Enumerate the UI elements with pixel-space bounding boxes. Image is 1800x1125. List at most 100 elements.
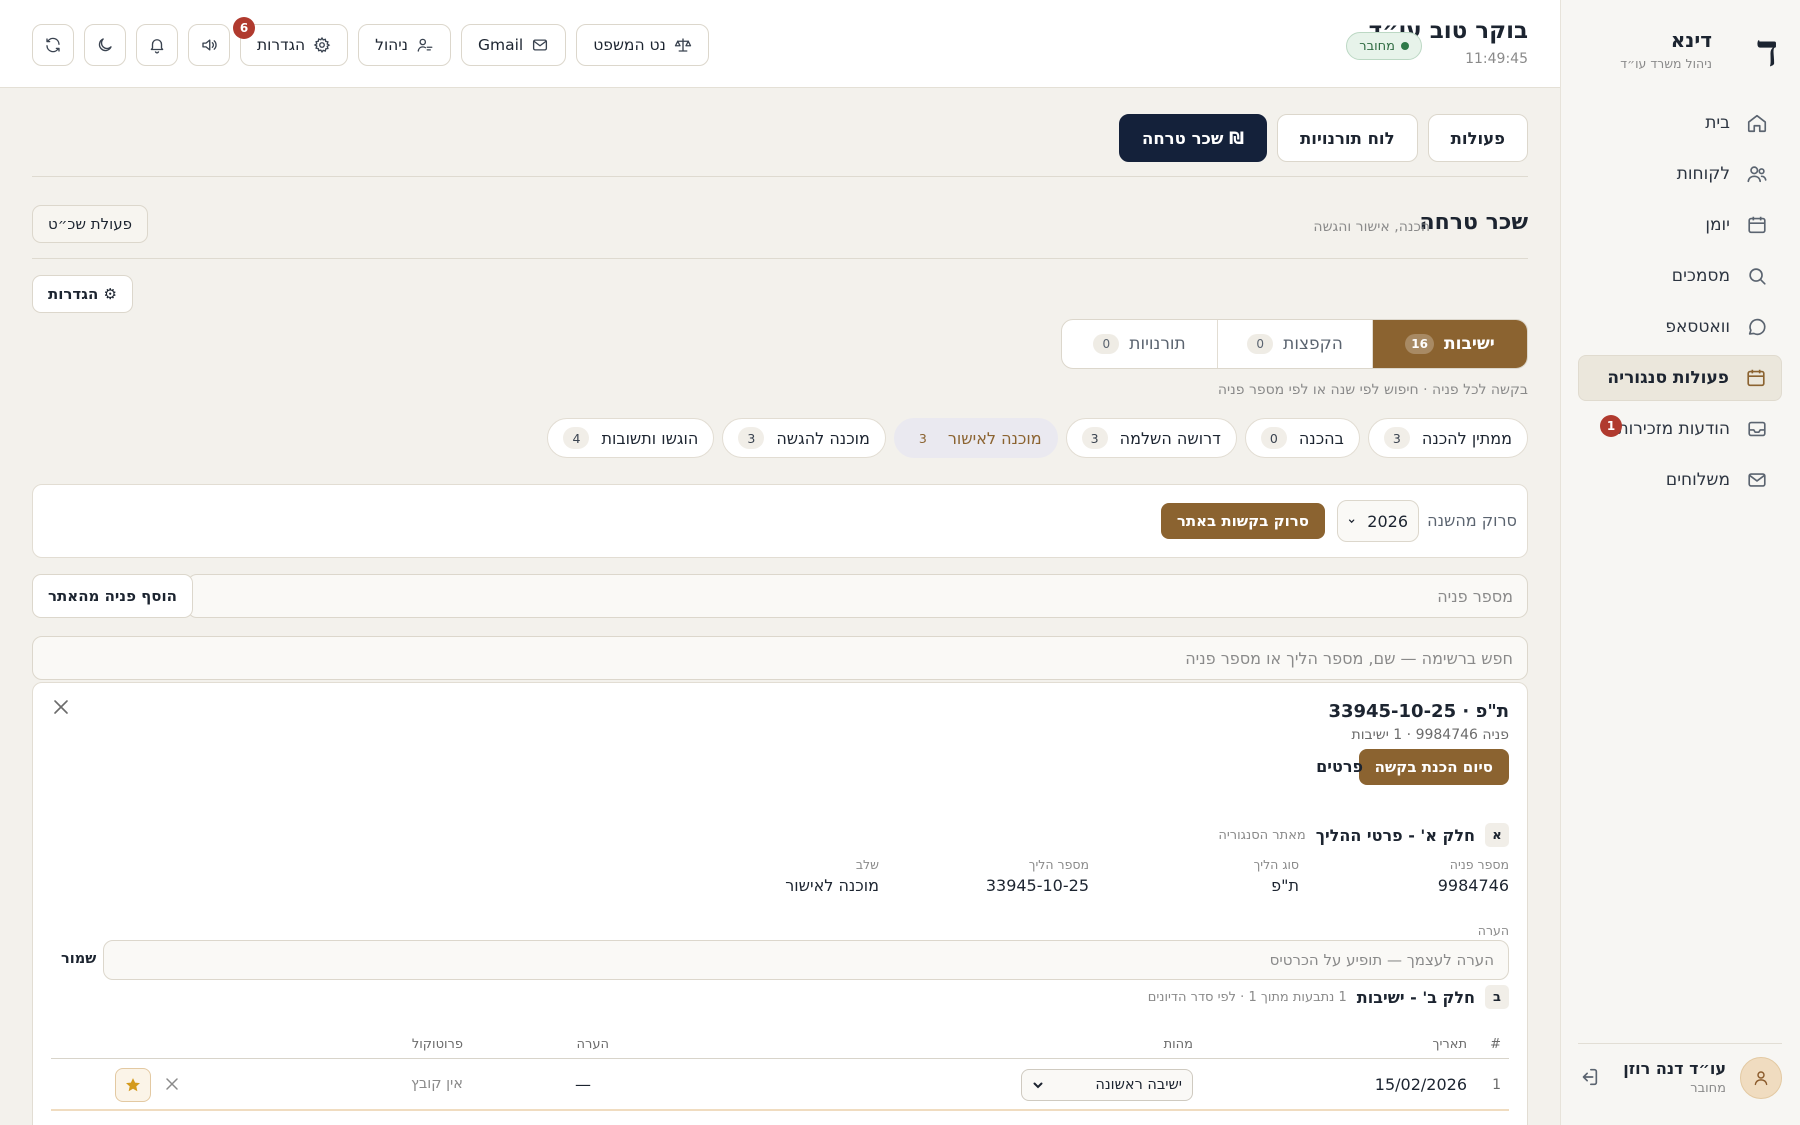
sidebar-item-label: וואטסאפ [1665,317,1730,337]
sidebar-item-secretary-messages[interactable]: הודעות מזכירות 1 [1578,406,1782,452]
fee-settings-button[interactable]: ⚙ הגדרות [32,275,133,313]
sidebar: ד דינא ניהול משרד עו״ד בית לקוחות יומן מ… [1560,0,1800,1125]
calendar-icon [1748,216,1766,234]
logout-icon[interactable] [1578,1066,1600,1088]
user-icon [1754,1071,1768,1086]
tab-legal-fee[interactable]: ₪ שכר טרחה [1119,114,1268,162]
segment-label: הקפצות [1283,334,1343,354]
chevron-down-icon [1033,1082,1043,1089]
chip-count: 3 [738,427,765,449]
status-badge: מחובר [1346,32,1422,60]
chip-count: 3 [909,427,936,449]
admin-button[interactable]: ניהול [358,24,451,66]
chip-ready-to-submit[interactable]: מוכנה להגשה 3 [722,418,886,458]
sidebar-item-documents[interactable]: מסמכים [1578,253,1782,299]
chevron-down-icon [1348,519,1355,524]
sidebar-item-whatsapp[interactable]: וואטסאפ [1578,304,1782,350]
year-select[interactable]: 2026 [1337,500,1419,542]
sidebar-item-deliveries[interactable]: משלוחים [1578,457,1782,503]
note-input[interactable]: הערה לעצמך — תופיע על הכרטיס [103,940,1509,980]
gear-icon [313,36,331,54]
sidebar-item-calendar[interactable]: יומן [1578,202,1782,248]
tab-actions[interactable]: פעולות [1427,114,1528,162]
table-header: # תאריך מהות הערה פרוטוקול [51,1037,1509,1059]
save-note-button[interactable]: שמור [61,951,96,967]
segment-label: תורנויות [1129,334,1186,354]
chip-awaiting-prep[interactable]: ממתין להכנה 3 [1367,418,1528,458]
sidebar-item-label: הודעות מזכירות [1617,419,1731,439]
settings-button[interactable]: הגדרות 6 [233,17,349,66]
calendar-icon [1747,369,1765,387]
sidebar-item-defense-actions[interactable]: פעולות סנגוריה [1578,355,1782,401]
mail-icon [533,39,548,51]
view-tabs: פעולות לוח תורנויות ₪ שכר טרחה [1119,114,1528,162]
part-subtitle: מאתר הסנגוריה [1218,827,1306,843]
mail-icon [1748,473,1766,487]
part-title: חלק ב' - ישיבות [1356,987,1475,1007]
chip-count: 3 [1383,427,1410,449]
dark-mode-button[interactable] [84,24,126,66]
segment-rotations[interactable]: תורנויות 0 [1062,320,1217,368]
column-header-date: תאריך [1432,1037,1467,1052]
column-header-protocol: פרוטוקול [411,1037,463,1052]
clock: 11:49:45 [1465,51,1528,67]
status-dot [1401,42,1409,50]
row-protocol: אין קובץ [411,1076,463,1092]
star-button[interactable] [115,1068,151,1102]
speaker-icon [202,39,217,51]
settings-badge: 6 [233,17,255,39]
net-hamishpat-button[interactable]: נט המשפט [576,24,709,66]
segment-count: 0 [1247,334,1274,354]
status-badge-label: מחובר [1359,38,1395,54]
segment-callouts[interactable]: הקפצות 0 [1217,320,1372,368]
top-actions: הגדרות 6 ניהול Gmail נט המשפט [32,17,709,66]
chip-count: 0 [1260,427,1287,449]
part-b-header: ב חלק ב' - ישיבות 1 נתבעות מתוך 1 · לפי … [1148,985,1509,1009]
sidebar-item-label: פעולות סנגוריה [1607,368,1729,388]
field-value: ת"פ [1271,876,1299,895]
add-case-button[interactable]: הוסף פניה מהאתר [32,574,193,618]
tab-rotations-board[interactable]: לוח תורנויות [1277,114,1418,162]
net-hamishpat-button-label: נט המשפט [593,36,666,54]
admin-button-label: ניהול [375,36,408,54]
chip-label: הוגשו ותשובות [601,428,699,448]
chip-label: דרושה השלמה [1119,428,1221,448]
notifications-button[interactable] [136,24,178,66]
segment-hearings[interactable]: ישיבות 16 [1372,320,1527,368]
hearing-nature-select[interactable]: ישיבה ראשונה [1021,1069,1193,1101]
sidebar-nav: בית לקוחות יומן מסמכים וואטסאפ פעולות סנ… [1578,100,1782,508]
chip-submitted[interactable]: הוגשו ותשובות 4 [547,418,715,458]
case-number-input[interactable]: מספר פניה [187,574,1528,618]
chip-in-prep[interactable]: בהכנה 0 [1244,418,1360,458]
divider [32,258,1528,259]
fee-action-button[interactable]: פעולת שכ״ט [32,205,148,243]
row-note: — [575,1075,591,1094]
sidebar-item-label: בית [1705,113,1730,133]
scan-card: סרוק מהשנה 2026 סרוק בקשות באתר [32,484,1528,558]
chip-ready-for-approval[interactable]: מוכנה לאישור 3 [893,418,1058,458]
case-title: ת"פ · 33945-10-25 [1328,701,1509,722]
page-subtitle: הכנה, אישור והגשה [1313,219,1430,235]
field-proceeding-number: מספר הליך 33945-10-25 [986,857,1089,895]
unread-badge: 1 [1600,415,1622,437]
remove-row-icon[interactable] [164,1076,180,1092]
search-input[interactable]: חפש ברשימה — שם, מספר הליך או מספר פניה [32,636,1528,680]
gmail-button[interactable]: Gmail [460,24,567,66]
sidebar-item-clients[interactable]: לקוחות [1578,151,1782,197]
sidebar-item-home[interactable]: בית [1578,100,1782,146]
category-segments: ישיבות 16 הקפצות 0 תורנויות 0 [1061,319,1528,369]
close-icon[interactable] [51,697,71,717]
field-value: מוכנה לאישור [785,876,879,895]
part-title: חלק א' - פרטי ההליך [1315,825,1475,845]
scan-requests-button[interactable]: סרוק בקשות באתר [1160,503,1325,539]
avatar[interactable] [1740,1057,1782,1099]
sidebar-divider [1578,1043,1782,1044]
field-case-number: מספר פניה 9984746 [1438,857,1509,895]
chip-needs-completion[interactable]: דרושה השלמה 3 [1065,418,1237,458]
sound-button[interactable] [188,24,230,66]
divider [32,176,1528,177]
field-label: מספר הליך [1028,857,1089,872]
finish-request-button[interactable]: סיום הכנת בקשה [1358,749,1509,785]
refresh-button[interactable] [32,24,74,66]
details-link[interactable]: פרטים [1316,757,1363,776]
